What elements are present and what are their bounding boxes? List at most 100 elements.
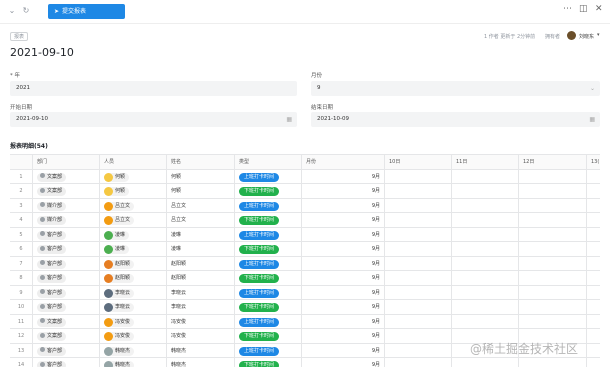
- name-cell[interactable]: 凌琳: [167, 242, 235, 256]
- dept-cell[interactable]: 客户部: [33, 300, 100, 314]
- type-cell[interactable]: 下班打卡时间: [235, 242, 302, 256]
- table-row[interactable]: 11 文案部 冯安俊 冯安俊 上班打卡时间 9月: [10, 314, 600, 329]
- dept-cell[interactable]: 文案部: [33, 329, 100, 343]
- type-cell[interactable]: 下班打卡时间: [235, 271, 302, 285]
- more-dots-icon[interactable]: ⋯: [563, 4, 572, 14]
- month-cell[interactable]: 9月: [302, 329, 385, 343]
- day-cell[interactable]: [587, 170, 600, 184]
- name-cell[interactable]: 韩晓杰: [167, 343, 235, 357]
- day-cell[interactable]: [452, 213, 519, 227]
- table-row[interactable]: 6 客户部 凌琳 凌琳 下班打卡时间 9月: [10, 242, 600, 257]
- day-cell[interactable]: [587, 329, 600, 343]
- day-cell[interactable]: [385, 242, 452, 256]
- chevron-down-icon[interactable]: ⌄: [6, 5, 18, 17]
- table-row[interactable]: 3 媒介部 吕立文 吕立文 上班打卡时间 9月: [10, 198, 600, 213]
- month-cell[interactable]: 9月: [302, 184, 385, 198]
- person-cell[interactable]: 吕立文: [100, 213, 167, 227]
- table-row[interactable]: 14 客户部 韩晓杰 韩晓杰 下班打卡时间 9月: [10, 358, 600, 367]
- day-cell[interactable]: [519, 285, 587, 299]
- month-cell[interactable]: 9月: [302, 358, 385, 367]
- day-cell[interactable]: [587, 271, 600, 285]
- year-field[interactable]: 2021: [10, 81, 297, 96]
- person-cell[interactable]: 李晓云: [100, 300, 167, 314]
- type-cell[interactable]: 上班打卡时间: [235, 256, 302, 270]
- person-cell[interactable]: 李晓云: [100, 285, 167, 299]
- day-cell[interactable]: [385, 329, 452, 343]
- month-cell[interactable]: 9月: [302, 213, 385, 227]
- type-cell[interactable]: 上班打卡时间: [235, 227, 302, 241]
- column-header[interactable]: [10, 155, 33, 169]
- day-cell[interactable]: [452, 314, 519, 328]
- month-cell[interactable]: 9月: [302, 300, 385, 314]
- day-cell[interactable]: [385, 256, 452, 270]
- type-cell[interactable]: 下班打卡时间: [235, 184, 302, 198]
- day-cell[interactable]: [385, 358, 452, 367]
- day-cell[interactable]: [452, 184, 519, 198]
- person-cell[interactable]: 赵阳颖: [100, 271, 167, 285]
- column-header[interactable]: 11日: [452, 155, 519, 169]
- day-cell[interactable]: [519, 358, 587, 367]
- type-cell[interactable]: 上班打卡时间: [235, 285, 302, 299]
- person-cell[interactable]: 赵阳颖: [100, 256, 167, 270]
- day-cell[interactable]: [519, 314, 587, 328]
- person-cell[interactable]: 凌琳: [100, 242, 167, 256]
- column-header[interactable]: 类型: [235, 155, 302, 169]
- column-header[interactable]: 人员: [100, 155, 167, 169]
- type-cell[interactable]: 下班打卡时间: [235, 300, 302, 314]
- end-date-field[interactable]: 2021-10-09 ▦: [311, 112, 600, 127]
- day-cell[interactable]: [385, 314, 452, 328]
- day-cell[interactable]: [519, 184, 587, 198]
- month-cell[interactable]: 9月: [302, 271, 385, 285]
- dept-cell[interactable]: 客户部: [33, 343, 100, 357]
- day-cell[interactable]: [385, 184, 452, 198]
- day-cell[interactable]: [587, 199, 600, 213]
- day-cell[interactable]: [519, 271, 587, 285]
- dept-cell[interactable]: 媒介部: [33, 213, 100, 227]
- day-cell[interactable]: [385, 169, 452, 183]
- table-row[interactable]: 10 客户部 李晓云 李晓云 下班打卡时间 9月: [10, 300, 600, 315]
- day-cell[interactable]: [452, 358, 519, 367]
- month-cell[interactable]: 9月: [302, 198, 385, 212]
- day-cell[interactable]: [385, 300, 452, 314]
- name-cell[interactable]: 赵阳颖: [167, 271, 235, 285]
- month-cell[interactable]: 9月: [302, 285, 385, 299]
- table-row[interactable]: 5 客户部 凌琳 凌琳 上班打卡时间 9月: [10, 227, 600, 242]
- day-cell[interactable]: [587, 358, 600, 367]
- person-cell[interactable]: 韩晓杰: [100, 343, 167, 357]
- submit-report-button[interactable]: ➤ 提交报表: [48, 4, 125, 19]
- month-cell[interactable]: 9月: [302, 242, 385, 256]
- table-row[interactable]: 7 客户部 赵阳颖 赵阳颖 上班打卡时间 9月: [10, 256, 600, 271]
- name-cell[interactable]: 赵阳颖: [167, 256, 235, 270]
- month-cell[interactable]: 9月: [302, 343, 385, 357]
- month-cell[interactable]: 9月: [302, 227, 385, 241]
- dept-cell[interactable]: 客户部: [33, 242, 100, 256]
- refresh-icon[interactable]: ↻: [20, 5, 32, 17]
- person-cell[interactable]: 吕立文: [100, 198, 167, 212]
- type-cell[interactable]: 上班打卡时间: [235, 314, 302, 328]
- day-cell[interactable]: [519, 213, 587, 227]
- column-header[interactable]: 月份: [302, 155, 385, 169]
- day-cell[interactable]: [452, 271, 519, 285]
- close-icon[interactable]: ✕: [595, 4, 603, 14]
- name-cell[interactable]: 冯安俊: [167, 329, 235, 343]
- name-cell[interactable]: 何颖: [167, 169, 235, 183]
- person-cell[interactable]: 何颖: [100, 169, 167, 183]
- table-row[interactable]: 4 媒介部 吕立文 吕立文 下班打卡时间 9月: [10, 213, 600, 228]
- name-cell[interactable]: 韩晓杰: [167, 358, 235, 367]
- name-cell[interactable]: 何颖: [167, 184, 235, 198]
- dept-cell[interactable]: 文案部: [33, 169, 100, 183]
- column-header[interactable]: 部门: [33, 155, 100, 169]
- day-cell[interactable]: [452, 256, 519, 270]
- day-cell[interactable]: [452, 198, 519, 212]
- month-cell[interactable]: 9月: [302, 169, 385, 183]
- day-cell[interactable]: [385, 285, 452, 299]
- type-cell[interactable]: 上班打卡时间: [235, 198, 302, 212]
- type-cell[interactable]: 上班打卡时间: [235, 343, 302, 357]
- day-cell[interactable]: [452, 169, 519, 183]
- name-cell[interactable]: 凌琳: [167, 227, 235, 241]
- dept-cell[interactable]: 客户部: [33, 285, 100, 299]
- table-row[interactable]: 2 文案部 何颖 何颖 下班打卡时间 9月: [10, 184, 600, 199]
- dept-cell[interactable]: 客户部: [33, 227, 100, 241]
- day-cell[interactable]: [452, 300, 519, 314]
- panel-icon[interactable]: ◫: [579, 4, 588, 14]
